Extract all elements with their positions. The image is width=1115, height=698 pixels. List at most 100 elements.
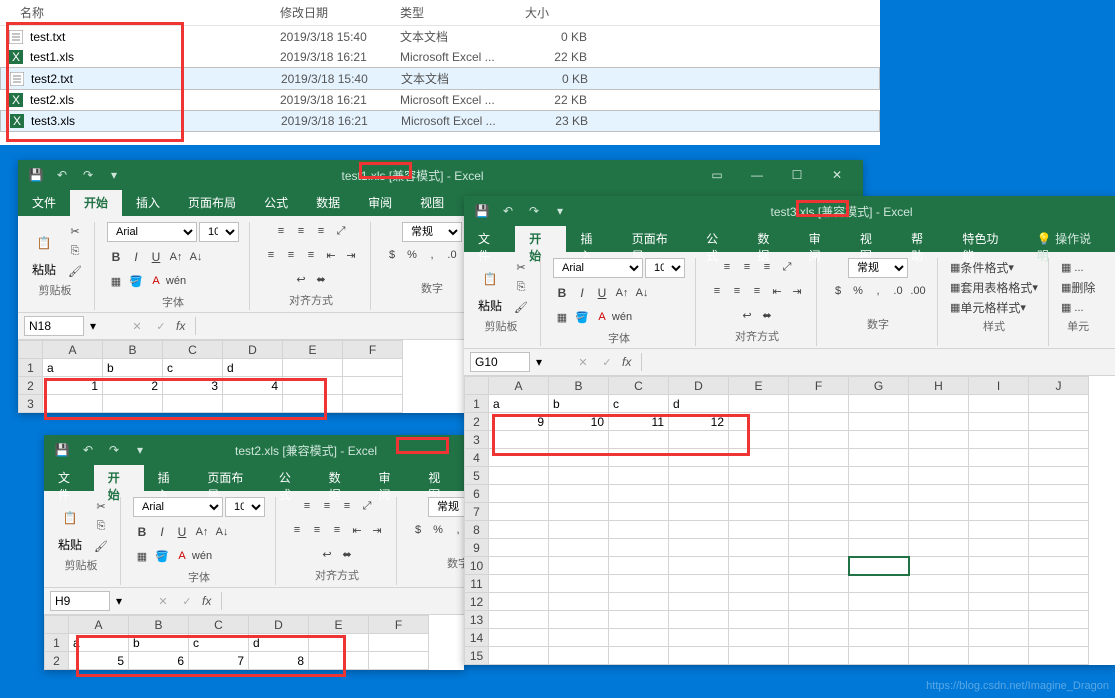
- fill-color-icon[interactable]: 🪣: [127, 272, 145, 290]
- indent-inc-icon[interactable]: ⇥: [342, 246, 360, 264]
- cell[interactable]: [1029, 521, 1089, 539]
- indent-inc-icon[interactable]: ⇥: [788, 282, 806, 300]
- cell[interactable]: [609, 557, 669, 575]
- cell[interactable]: a: [489, 395, 549, 413]
- cut-icon[interactable]: ✂: [66, 222, 84, 240]
- inc-dec-icon[interactable]: .0: [443, 246, 461, 264]
- number-format-select[interactable]: 常规: [848, 258, 908, 278]
- cell-style-button[interactable]: ▦ 单元格样式 ▾: [950, 298, 1026, 316]
- currency-icon[interactable]: $: [829, 282, 847, 300]
- cell[interactable]: [909, 467, 969, 485]
- cell[interactable]: [1029, 647, 1089, 665]
- cell[interactable]: [309, 634, 369, 652]
- cell[interactable]: [609, 467, 669, 485]
- cell[interactable]: [609, 449, 669, 467]
- cell[interactable]: [609, 611, 669, 629]
- font-color-icon[interactable]: A: [593, 308, 611, 326]
- cell[interactable]: [969, 467, 1029, 485]
- cell[interactable]: b: [129, 634, 189, 652]
- inc-dec-icon[interactable]: .0: [889, 282, 907, 300]
- ribbon-opts-icon[interactable]: ▭: [697, 160, 737, 190]
- cell[interactable]: [729, 539, 789, 557]
- col-header[interactable]: D: [669, 377, 729, 395]
- indent-dec-icon[interactable]: ⇤: [768, 282, 786, 300]
- row-header[interactable]: 13: [465, 611, 489, 629]
- cell[interactable]: [789, 575, 849, 593]
- cell[interactable]: [849, 557, 909, 575]
- cell[interactable]: [669, 557, 729, 575]
- col-header[interactable]: E: [283, 341, 343, 359]
- align-right-icon[interactable]: ≡: [302, 246, 320, 264]
- cell[interactable]: [369, 634, 429, 652]
- cell[interactable]: [1029, 503, 1089, 521]
- cell[interactable]: [549, 629, 609, 647]
- tab-data[interactable]: 数据: [743, 226, 794, 252]
- merge-icon[interactable]: ⬌: [338, 545, 356, 563]
- enter-icon[interactable]: ✓: [598, 353, 616, 371]
- qat-more-icon[interactable]: ▾: [548, 199, 572, 223]
- file-row[interactable]: test2.txt2019/3/18 15:40文本文档0 KB: [0, 67, 880, 90]
- tab-help[interactable]: 帮助: [897, 226, 948, 252]
- tab-view[interactable]: 视图: [406, 190, 458, 216]
- col-header[interactable]: G: [849, 377, 909, 395]
- cell[interactable]: [909, 449, 969, 467]
- currency-icon[interactable]: $: [409, 521, 427, 539]
- cell[interactable]: [489, 593, 549, 611]
- cell[interactable]: [729, 449, 789, 467]
- tab-home[interactable]: 开始: [70, 190, 122, 216]
- orientation-icon[interactable]: ⤢: [332, 222, 350, 240]
- font-color-icon[interactable]: A: [147, 272, 165, 290]
- align-bot-icon[interactable]: ≡: [338, 497, 356, 515]
- tab-review[interactable]: 审阅: [795, 226, 846, 252]
- orientation-icon[interactable]: ⤢: [778, 258, 796, 276]
- tab-review[interactable]: 审阅: [364, 465, 414, 491]
- tab-layout[interactable]: 页面布局: [618, 226, 692, 252]
- cancel-icon[interactable]: ✕: [574, 353, 592, 371]
- col-header[interactable]: J: [1029, 377, 1089, 395]
- cell[interactable]: c: [189, 634, 249, 652]
- col-header[interactable]: B: [549, 377, 609, 395]
- cell[interactable]: [909, 593, 969, 611]
- cell[interactable]: [489, 485, 549, 503]
- cell[interactable]: [969, 449, 1029, 467]
- tab-home[interactable]: 开始: [94, 465, 144, 491]
- orientation-icon[interactable]: ⤢: [358, 497, 376, 515]
- undo-icon[interactable]: ↶: [50, 163, 74, 187]
- cell[interactable]: [669, 485, 729, 503]
- font-grow-icon[interactable]: A↑: [613, 284, 631, 302]
- cell[interactable]: [969, 539, 1029, 557]
- row-header[interactable]: 2: [465, 413, 489, 431]
- cell[interactable]: [729, 503, 789, 521]
- cell[interactable]: 12: [669, 413, 729, 431]
- copy-icon[interactable]: ⎘: [512, 278, 530, 296]
- cell[interactable]: [909, 539, 969, 557]
- file-row[interactable]: Xtest1.xls2019/3/18 16:21Microsoft Excel…: [0, 47, 880, 67]
- percent-icon[interactable]: %: [403, 246, 421, 264]
- bold-button[interactable]: B: [133, 523, 151, 541]
- bold-button[interactable]: B: [107, 248, 125, 266]
- cancel-icon[interactable]: ✕: [154, 592, 172, 610]
- cell[interactable]: [669, 539, 729, 557]
- cell[interactable]: [909, 395, 969, 413]
- select-all[interactable]: [465, 377, 489, 395]
- cell[interactable]: [609, 485, 669, 503]
- align-bot-icon[interactable]: ≡: [758, 258, 776, 276]
- cell[interactable]: 7: [189, 652, 249, 670]
- cell[interactable]: [1029, 467, 1089, 485]
- format-cell-button[interactable]: ▦ ...: [1061, 298, 1084, 316]
- cell[interactable]: [729, 629, 789, 647]
- cell[interactable]: 4: [223, 377, 283, 395]
- tab-formula[interactable]: 公式: [250, 190, 302, 216]
- col-header[interactable]: C: [609, 377, 669, 395]
- align-center-icon[interactable]: ≡: [308, 521, 326, 539]
- phonetic-icon[interactable]: wén: [613, 308, 631, 326]
- underline-button[interactable]: U: [593, 284, 611, 302]
- cell[interactable]: [283, 395, 343, 413]
- cell[interactable]: [489, 647, 549, 665]
- cell[interactable]: 8: [249, 652, 309, 670]
- font-shrink-icon[interactable]: A↓: [213, 523, 231, 541]
- row-header[interactable]: 2: [45, 652, 69, 670]
- cell[interactable]: [849, 629, 909, 647]
- cell[interactable]: [669, 647, 729, 665]
- cell[interactable]: [369, 652, 429, 670]
